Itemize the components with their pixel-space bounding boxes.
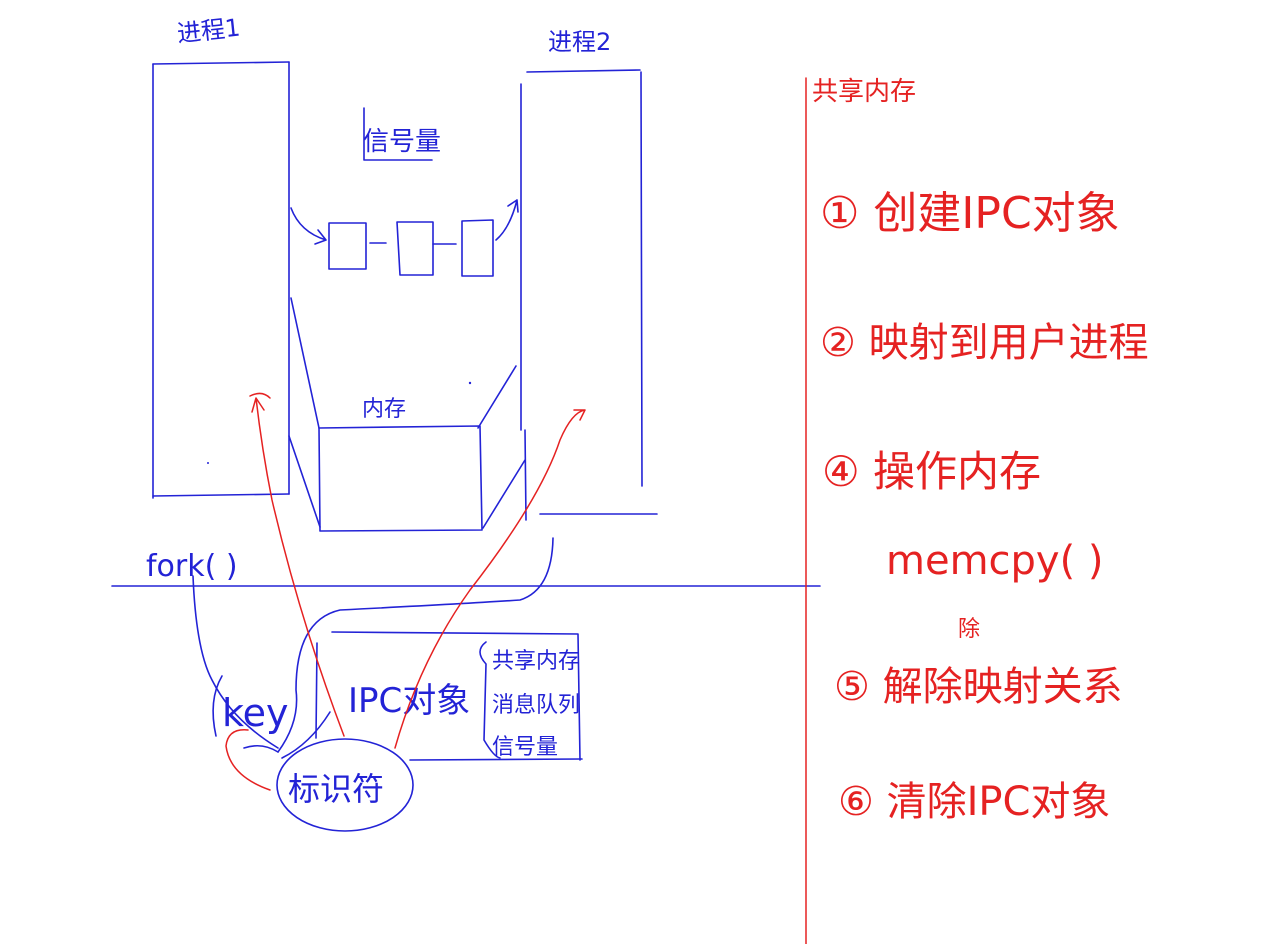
identifier-label: 标识符 (288, 770, 384, 808)
process2-box (520, 69, 658, 521)
step-4: ④ 操作内存 (822, 447, 1041, 496)
semaphore-label: 信号量 (363, 127, 441, 157)
step-2: ② 映射到用户进程 (820, 320, 1149, 366)
step-1: ① 创建IPC对象 (820, 188, 1120, 239)
steps-heading: 共享内存 (812, 77, 916, 107)
whiteboard-canvas: 进程1 进程2 信号量 内存 fork( ) key IPC对象 共享内存 消息… (111, 14, 1149, 944)
fork-label: fork( ) (146, 549, 238, 584)
ipc-note-line-1: 共享内存 (492, 649, 580, 674)
step-4-code: memcpy( ) (886, 538, 1104, 584)
ipc-object-label: IPC对象 (348, 681, 470, 721)
memory-label: 内存 (362, 397, 406, 422)
memory-block (288, 297, 526, 532)
arrow-out-of-queue (495, 199, 519, 241)
step-5-correction: 除 (958, 617, 980, 642)
connector-lines (192, 537, 554, 759)
semaphore-queue (290, 199, 519, 277)
process1-label: 进程1 (176, 14, 242, 48)
arrow-into-queue (290, 207, 327, 245)
key-label: key (222, 691, 289, 735)
ipc-note-line-3: 信号量 (492, 735, 558, 760)
step-6: ⑥ 清除IPC对象 (838, 779, 1110, 825)
process2-label: 进程2 (548, 28, 611, 56)
process1-box (152, 61, 290, 499)
ipc-note-line-2: 消息队列 (492, 693, 580, 718)
step-5: ⑤ 解除映射关系 (834, 664, 1123, 710)
